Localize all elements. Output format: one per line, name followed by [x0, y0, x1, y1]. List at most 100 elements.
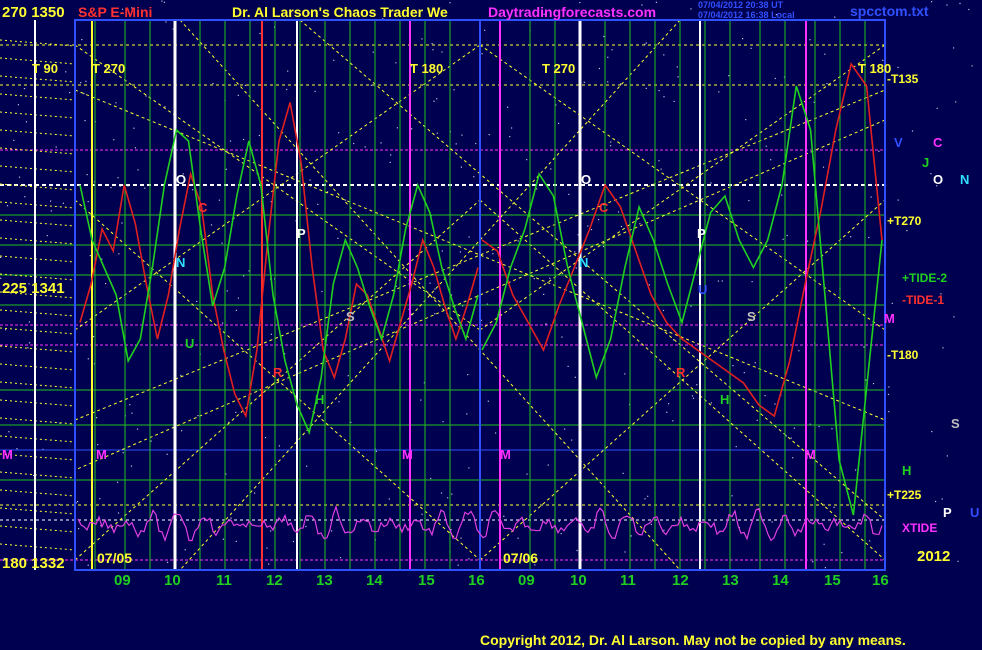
star — [115, 102, 117, 104]
star — [137, 169, 139, 171]
star — [235, 411, 237, 413]
star — [622, 472, 624, 474]
star — [610, 141, 612, 143]
star — [87, 201, 89, 203]
star — [717, 280, 719, 282]
star — [468, 236, 470, 238]
star — [370, 84, 372, 86]
star — [492, 253, 494, 255]
star — [598, 219, 600, 221]
star — [434, 313, 436, 315]
right-label: -T135 — [887, 72, 919, 86]
star — [564, 428, 566, 430]
star — [24, 196, 26, 198]
star — [461, 134, 463, 136]
star — [165, 21, 167, 23]
star — [696, 384, 698, 386]
star — [455, 143, 457, 145]
star — [731, 495, 733, 497]
star — [620, 83, 622, 85]
x-tick-label: 13 — [316, 572, 333, 589]
star — [617, 211, 620, 213]
star — [113, 139, 115, 141]
top-marker: T 270 — [542, 61, 576, 76]
star — [441, 51, 443, 53]
star — [86, 174, 88, 176]
star — [212, 83, 214, 85]
star — [503, 515, 505, 517]
star — [80, 82, 82, 84]
legend-planet: M — [884, 311, 895, 326]
star — [872, 383, 875, 385]
left-fan-line — [0, 525, 76, 533]
star — [735, 446, 737, 448]
star — [184, 549, 186, 551]
left-fan-line — [0, 363, 76, 371]
star — [429, 282, 431, 284]
top-marker: T 90 — [32, 61, 59, 76]
star — [131, 412, 133, 414]
star — [841, 552, 843, 554]
star — [911, 130, 914, 132]
star — [243, 138, 245, 141]
chaos-chart-svg — [0, 0, 973, 571]
star — [558, 520, 560, 522]
star — [421, 513, 423, 515]
star — [732, 365, 734, 367]
star — [46, 235, 48, 237]
chart-window: 270 1350 S&P E-Mini Dr. Al Larson's Chao… — [0, 0, 982, 650]
star — [129, 404, 131, 406]
x-tick-label: 11 — [216, 572, 232, 589]
star — [887, 393, 890, 395]
left-fan-line — [0, 129, 76, 137]
star — [337, 237, 339, 239]
timestamp-ut: 07/04/2012 20:38 UT — [698, 0, 784, 10]
star — [602, 245, 605, 248]
star — [710, 402, 712, 404]
instrument-label: S&P E-Mini — [78, 4, 153, 20]
star — [774, 403, 776, 405]
star — [65, 71, 67, 73]
star — [16, 448, 18, 450]
star — [891, 302, 893, 304]
star — [166, 453, 168, 455]
x-tick-label: 14 — [772, 572, 789, 589]
star — [624, 373, 626, 375]
star — [84, 120, 86, 122]
left-fan-line — [0, 93, 76, 101]
left-fan-line — [0, 435, 76, 443]
star — [667, 368, 669, 370]
planet-marker: P — [697, 226, 706, 241]
star — [935, 500, 937, 503]
star — [222, 322, 224, 324]
star — [607, 81, 609, 83]
star — [878, 150, 880, 152]
star — [317, 203, 319, 205]
star — [411, 128, 413, 130]
star — [467, 374, 469, 376]
planet-marker: M — [96, 447, 107, 462]
left-fan-line — [0, 381, 76, 389]
star — [210, 224, 213, 226]
right-label: XTIDE — [902, 521, 938, 535]
star — [809, 39, 811, 41]
legend-planet: U — [970, 505, 980, 520]
star — [509, 136, 511, 138]
planet-marker: M — [402, 447, 413, 462]
star — [264, 437, 267, 439]
star — [55, 146, 57, 148]
star — [942, 347, 944, 349]
star — [823, 543, 825, 545]
planet-marker: R — [676, 365, 686, 380]
star — [561, 336, 563, 338]
left-fan-line — [0, 255, 76, 263]
star — [941, 498, 943, 500]
star — [278, 445, 280, 447]
star — [710, 182, 712, 184]
star — [420, 399, 422, 401]
star — [473, 176, 475, 178]
star — [959, 2, 961, 5]
star — [389, 161, 391, 163]
x-tick-label: 10 — [164, 572, 181, 589]
star — [834, 16, 836, 18]
